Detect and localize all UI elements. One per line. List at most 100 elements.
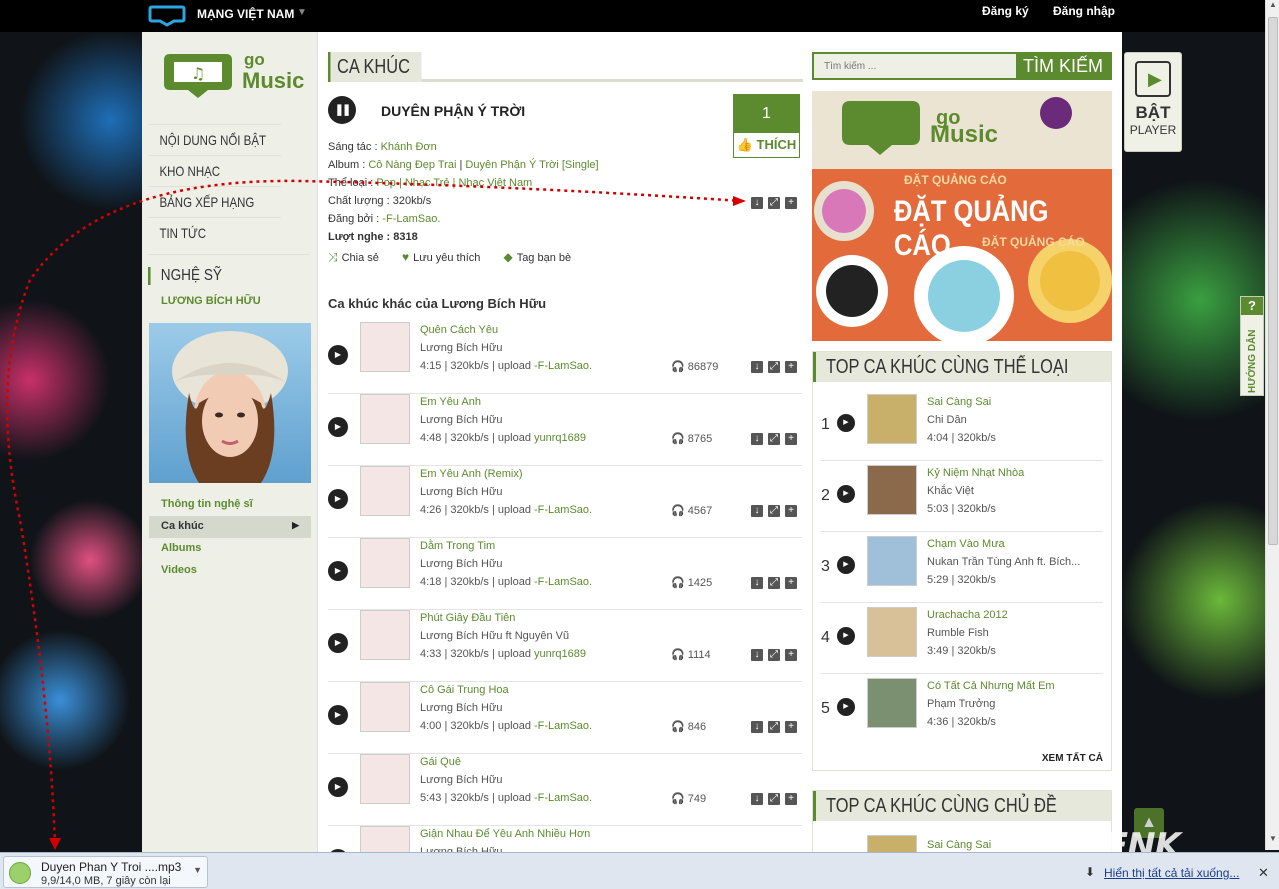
add-icon[interactable]: + xyxy=(785,505,797,517)
like-box[interactable]: 1 👍 THÍCH xyxy=(733,94,800,158)
gomusic-logo[interactable]: ♫ go Music xyxy=(156,50,306,110)
song-uploader-link[interactable]: -F-LamSao. xyxy=(534,792,592,804)
top-song-name-link[interactable]: Kỷ Niệm Nhạt Nhòa xyxy=(927,467,1024,479)
play-icon[interactable]: ▶ xyxy=(328,345,348,365)
share-action[interactable]: ⤨ Chia sẻ xyxy=(328,250,389,264)
top-song-name-link[interactable]: Chạm Vào Mưa xyxy=(927,538,1005,550)
login-link[interactable]: Đăng nhập xyxy=(1053,4,1115,18)
download-item[interactable]: Duyen Phan Y Troi ....mp3 9,9/14,0 MB, 7… xyxy=(3,856,208,888)
download-icon[interactable]: ↓ xyxy=(751,197,763,209)
song-uploader-link[interactable]: yunrq1689 xyxy=(534,432,586,444)
play-icon[interactable]: ▶ xyxy=(837,698,855,716)
album-link-1[interactable]: Cô Nàng Đẹp Trai xyxy=(368,159,456,171)
favorite-action[interactable]: ♥ Lưu yêu thích xyxy=(402,250,490,264)
download-icon[interactable]: ↓ xyxy=(751,433,763,445)
share-icon[interactable]: ⤢ xyxy=(768,649,780,661)
song-name-link[interactable]: Gái Quê xyxy=(420,756,461,768)
top-song-thumbnail[interactable] xyxy=(867,678,917,728)
share-icon[interactable]: ⤢ xyxy=(768,721,780,733)
show-all-downloads-link[interactable]: Hiển thị tất cả tải xuống... xyxy=(1104,866,1239,880)
share-icon[interactable]: ⤢ xyxy=(768,361,780,373)
download-icon[interactable]: ↓ xyxy=(751,793,763,805)
song-name-link[interactable]: Giận Nhau Để Yêu Anh Nhiều Hơn xyxy=(420,828,590,840)
share-icon[interactable]: ⤢ xyxy=(768,433,780,445)
song-thumbnail[interactable] xyxy=(360,610,410,660)
page-scrollbar[interactable]: ▲ ▼ xyxy=(1265,0,1279,850)
download-icon[interactable]: ↓ xyxy=(751,721,763,733)
scroll-down-icon[interactable]: ▼ xyxy=(1266,834,1279,850)
artist-photo[interactable] xyxy=(149,323,311,483)
share-icon[interactable]: ⤢ xyxy=(768,505,780,517)
song-thumbnail[interactable] xyxy=(360,322,410,372)
tag-action[interactable]: ◆ Tag bạn bè xyxy=(503,250,581,264)
close-icon[interactable]: ✕ xyxy=(1258,865,1269,881)
scrollbar-thumb[interactable] xyxy=(1268,17,1278,545)
nav-item-featured[interactable]: NỘI DUNG NỔI BẬT xyxy=(148,124,281,155)
nav-item-library[interactable]: KHO NHẠC xyxy=(148,155,281,186)
scroll-up-icon[interactable]: ▲ xyxy=(1266,0,1279,16)
chevron-down-icon[interactable]: ▼ xyxy=(193,865,202,875)
play-icon[interactable]: ▶ xyxy=(328,705,348,725)
top-song-thumbnail[interactable] xyxy=(867,394,917,444)
guide-tab[interactable]: ? HƯỚNG DẪN xyxy=(1240,296,1264,396)
like-button[interactable]: 👍 THÍCH xyxy=(734,133,799,157)
network-name[interactable]: MẠNG VIỆT NAM xyxy=(197,7,294,21)
play-icon[interactable]: ▶ xyxy=(837,556,855,574)
song-name-link[interactable]: Em Yêu Anh (Remix) xyxy=(420,468,523,480)
song-thumbnail[interactable] xyxy=(360,754,410,804)
top-topic-first-song[interactable]: Sai Càng Sai xyxy=(927,839,991,851)
play-icon[interactable]: ▶ xyxy=(328,489,348,509)
composer-link[interactable]: Khánh Đơn xyxy=(381,141,437,153)
top-song-thumbnail[interactable] xyxy=(867,465,917,515)
song-name-link[interactable]: Em Yêu Anh xyxy=(420,396,481,408)
ad-banner[interactable]: go Music ĐẶT QUẢNG CÁO ĐẶT QUẢNG CÁO ĐẶT… xyxy=(812,91,1112,341)
top-song-name-link[interactable]: Urachacha 2012 xyxy=(927,609,1008,621)
search-input[interactable]: Tìm kiếm ... xyxy=(824,61,876,72)
artist-menu-songs[interactable]: Ca khúc xyxy=(149,516,311,538)
chevron-down-icon[interactable]: ▼ xyxy=(297,7,307,18)
artist-menu-albums[interactable]: Albums xyxy=(149,538,311,560)
see-all-link[interactable]: XEM TẤT CẢ xyxy=(1042,753,1103,764)
play-icon[interactable]: ▶ xyxy=(837,414,855,432)
top-song-name-link[interactable]: Có Tất Cả Nhưng Mất Em xyxy=(927,680,1055,692)
add-icon[interactable]: + xyxy=(785,649,797,661)
uploader-link[interactable]: -F-LamSao. xyxy=(382,213,440,225)
add-icon[interactable]: + xyxy=(785,197,797,209)
add-icon[interactable]: + xyxy=(785,577,797,589)
genre-link[interactable]: Pop | Nhạc Trẻ | Nhạc Việt Nam xyxy=(376,177,532,189)
play-icon[interactable]: ▶ xyxy=(328,633,348,653)
add-icon[interactable]: + xyxy=(785,433,797,445)
add-icon[interactable]: + xyxy=(785,361,797,373)
album-link-2[interactable]: Duyên Phận Ý Trời [Single] xyxy=(465,159,598,171)
song-thumbnail[interactable] xyxy=(360,466,410,516)
play-icon[interactable]: ▶ xyxy=(328,417,348,437)
share-icon[interactable]: ⤢ xyxy=(768,793,780,805)
download-icon[interactable]: ↓ xyxy=(751,649,763,661)
download-icon[interactable]: ↓ xyxy=(751,577,763,589)
download-icon[interactable]: ↓ xyxy=(751,361,763,373)
song-thumbnail[interactable] xyxy=(360,394,410,444)
song-uploader-link[interactable]: yunrq1689 xyxy=(534,648,586,660)
song-uploader-link[interactable]: -F-LamSao. xyxy=(534,504,592,516)
share-icon[interactable]: ⤢ xyxy=(768,197,780,209)
song-name-link[interactable]: Quên Cách Yêu xyxy=(420,324,498,336)
nav-item-news[interactable]: TIN TỨC xyxy=(148,217,281,248)
download-icon[interactable]: ↓ xyxy=(751,505,763,517)
play-icon[interactable]: ▶ xyxy=(328,561,348,581)
song-thumbnail[interactable] xyxy=(360,538,410,588)
top-song-thumbnail[interactable] xyxy=(867,536,917,586)
song-thumbnail[interactable] xyxy=(360,682,410,732)
song-name-link[interactable]: Cô Gái Trung Hoa xyxy=(420,684,509,696)
player-toggle-button[interactable]: ▶ BẬT PLAYER xyxy=(1124,52,1182,152)
song-name-link[interactable]: Dằm Trong Tim xyxy=(420,540,495,552)
artist-menu-videos[interactable]: Videos xyxy=(149,560,311,582)
song-name-link[interactable]: Phút Giây Đầu Tiên xyxy=(420,612,515,624)
play-icon[interactable]: ▶ xyxy=(328,777,348,797)
top-song-name-link[interactable]: Sai Càng Sai xyxy=(927,396,991,408)
network-logo-icon[interactable] xyxy=(148,3,186,27)
artist-name-link[interactable]: LƯƠNG BÍCH HỮU xyxy=(148,295,310,307)
share-icon[interactable]: ⤢ xyxy=(768,577,780,589)
pause-button[interactable]: ❚❚ xyxy=(328,96,356,124)
song-uploader-link[interactable]: -F-LamSao. xyxy=(534,576,592,588)
artist-menu-info[interactable]: Thông tin nghệ sĩ xyxy=(149,494,311,516)
